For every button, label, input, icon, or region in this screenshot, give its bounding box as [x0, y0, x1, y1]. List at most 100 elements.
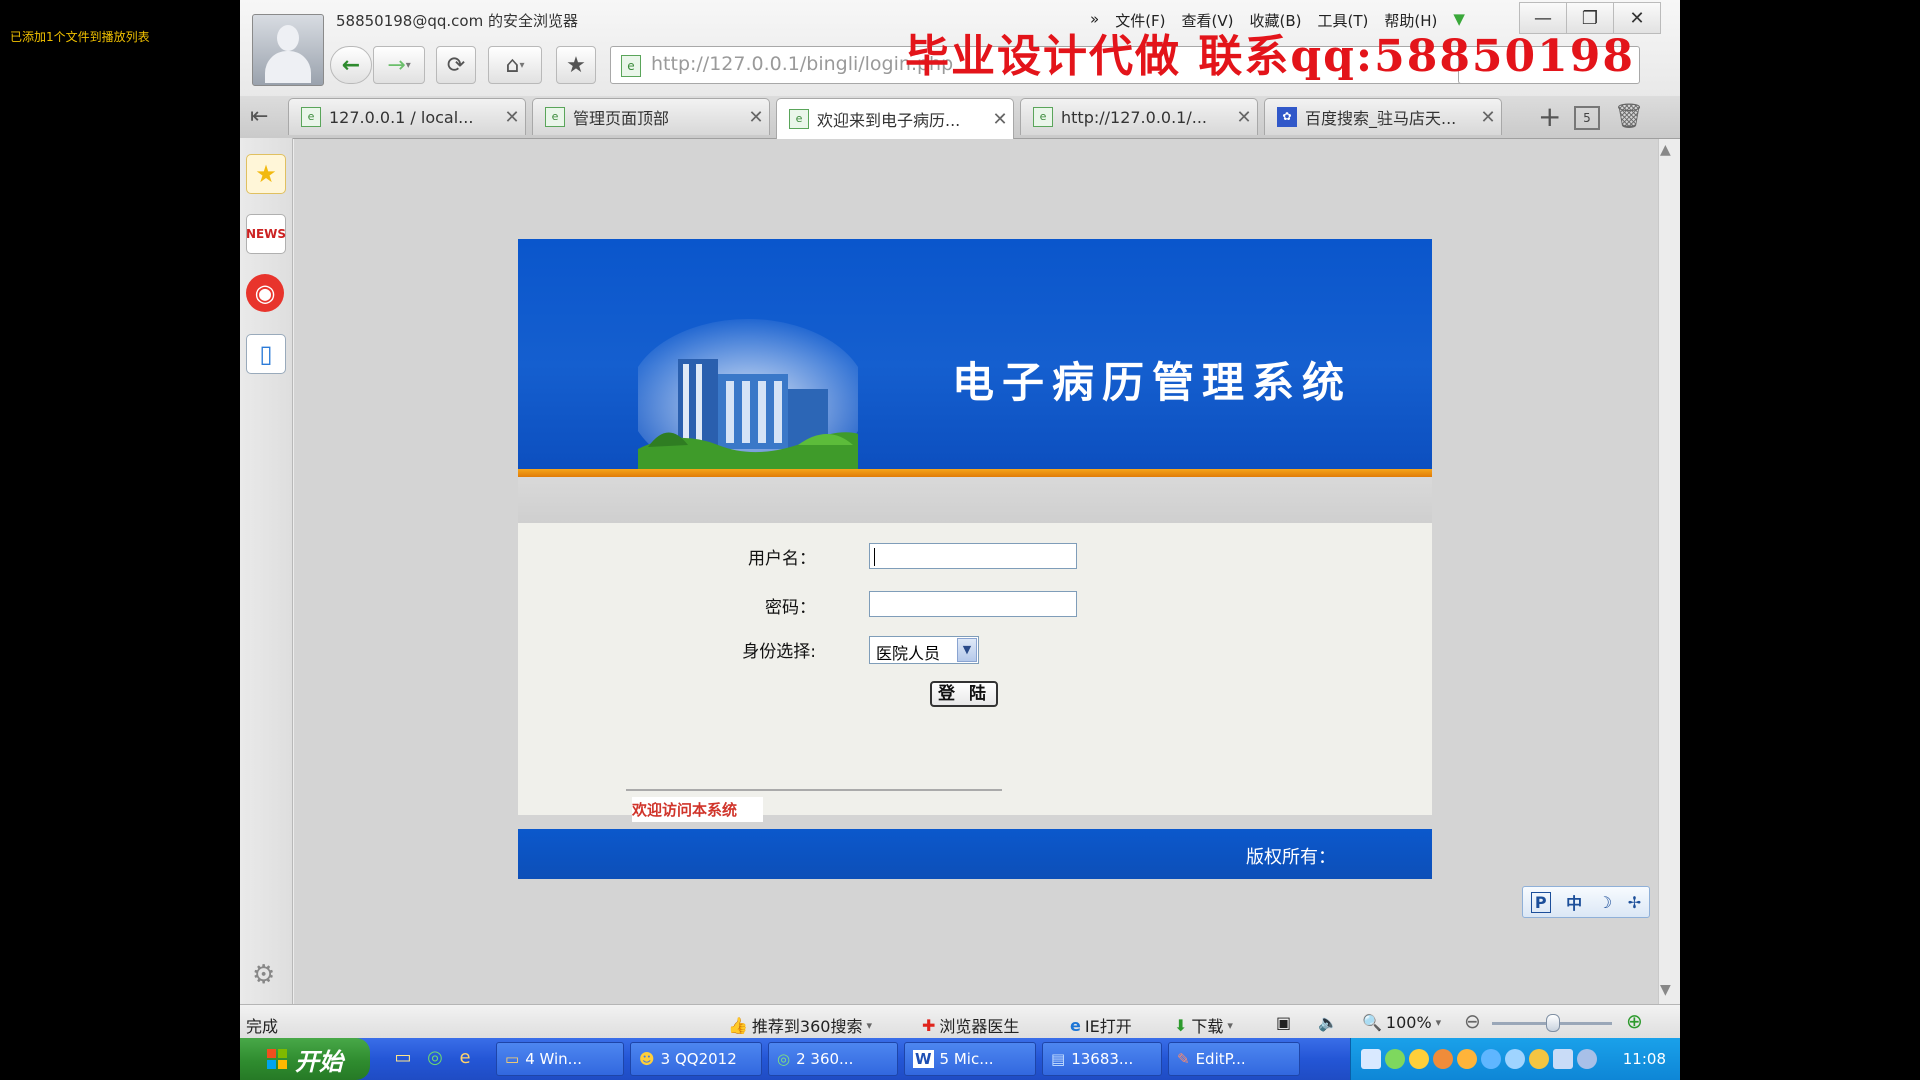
document-icon: ▤: [1051, 1050, 1066, 1068]
back-button[interactable]: ←: [330, 46, 372, 84]
role-select[interactable]: 医院人员 ▼: [869, 636, 979, 664]
refresh-tray-icon[interactable]: [1505, 1049, 1525, 1069]
folder-icon: ▭: [505, 1050, 520, 1068]
download-label: 下载: [1191, 1017, 1224, 1036]
gray-band: [518, 477, 1432, 523]
tab-label: 管理页面顶部: [573, 109, 670, 128]
ime-punctuation-icon[interactable]: ✢: [1628, 893, 1641, 912]
recommend-label: 推荐到360搜索: [751, 1017, 863, 1036]
tab-label: 百度搜索_驻马店天...: [1305, 109, 1457, 128]
qq-penguin-icon[interactable]: [1409, 1049, 1429, 1069]
status-bar: 完成 👍 推荐到360搜索 ▾ ✚ 浏览器医生 e IE打开 ⬇ 下载 ▾ ▣ …: [240, 1004, 1680, 1039]
task-editplus[interactable]: ✎ EditP...: [1168, 1042, 1300, 1076]
tab-count-icon[interactable]: 5: [1574, 106, 1600, 130]
browser-doctor[interactable]: ✚ 浏览器医生: [922, 1013, 1019, 1037]
task-label: 4 Win...: [525, 1050, 582, 1068]
zoom-control[interactable]: 🔍 100% ▾: [1362, 1013, 1441, 1032]
sidebar-toggle-icon[interactable]: ⇤: [250, 104, 268, 129]
phone-icon[interactable]: ▯: [246, 334, 286, 374]
login-button[interactable]: 登 陆: [930, 681, 998, 707]
avatar-head-shape: [277, 25, 299, 51]
thumb-up-icon: 👍: [728, 1015, 748, 1035]
folder-icon[interactable]: ▭: [392, 1047, 414, 1069]
close-tab-icon[interactable]: ✕: [743, 107, 769, 128]
scroll-down-icon[interactable]: ▼: [1660, 982, 1671, 998]
task-microsoft-word[interactable]: W 5 Mic...: [904, 1042, 1036, 1076]
browser-icon[interactable]: [1481, 1049, 1501, 1069]
watermark-text: 毕业设计代做 联系qq:58850198: [905, 31, 1636, 82]
ime-chinese-mode[interactable]: 中: [1566, 890, 1582, 914]
vertical-scrollbar[interactable]: [1658, 139, 1680, 1004]
favorites-star-icon[interactable]: ★: [246, 154, 286, 194]
copyright-text: 版权所有：: [1246, 847, 1336, 868]
recommend-360-search[interactable]: 👍 推荐到360搜索 ▾: [728, 1013, 872, 1037]
shield-icon[interactable]: [1529, 1049, 1549, 1069]
page-icon: e: [1033, 107, 1053, 127]
close-tab-icon[interactable]: ✕: [987, 109, 1013, 130]
chevron-down-icon: ▾: [519, 59, 525, 71]
download-arrow-icon: ⬇: [1174, 1015, 1188, 1035]
user-avatar[interactable]: [252, 14, 324, 86]
password-input[interactable]: [869, 591, 1077, 617]
chevron-down-icon[interactable]: ▼: [957, 638, 977, 662]
qq-penguin-icon[interactable]: [1433, 1049, 1453, 1069]
tab-baidu-search[interactable]: ✿ 百度搜索_驻马店天... ✕: [1264, 98, 1502, 135]
header-banner: 电子病历管理系统: [518, 239, 1432, 469]
task-document[interactable]: ▤ 13683...: [1042, 1042, 1162, 1076]
password-label: 密码：: [765, 598, 816, 618]
network-icon[interactable]: [1361, 1049, 1381, 1069]
tab-localhost[interactable]: e http://127.0.0.1/... ✕: [1020, 98, 1258, 135]
home-icon: ⌂: [505, 52, 520, 78]
task-qq2012[interactable]: ☻ 3 QQ2012: [630, 1042, 762, 1076]
refresh-icon: ⟳: [446, 52, 466, 78]
ime-logo-icon[interactable]: P: [1530, 891, 1551, 913]
moon-icon[interactable]: [1577, 1049, 1597, 1069]
volume-icon: 🔈: [1318, 1013, 1338, 1032]
scroll-up-icon[interactable]: ▲: [1660, 142, 1671, 158]
360-browser-icon[interactable]: ◎: [424, 1047, 446, 1069]
start-button[interactable]: 开始: [240, 1038, 370, 1080]
task-label: 2 360...: [796, 1050, 854, 1068]
news-icon[interactable]: NEWS: [246, 214, 286, 254]
gear-icon[interactable]: ⚙: [252, 960, 275, 990]
ie-icon[interactable]: e: [454, 1047, 476, 1069]
new-tab-button[interactable]: +: [1538, 100, 1561, 133]
avatar-body-shape: [265, 51, 311, 83]
display-icon[interactable]: [1553, 1049, 1573, 1069]
download-manager[interactable]: ⬇ 下载 ▾: [1174, 1013, 1233, 1037]
welcome-text: 欢迎访问本系统: [632, 797, 764, 822]
zoom-in-icon[interactable]: ⊕: [1626, 1009, 1643, 1033]
home-button[interactable]: ⌂ ▾: [488, 46, 542, 84]
zoom-out-icon[interactable]: ⊖: [1464, 1009, 1481, 1033]
qq-penguin-icon[interactable]: [1457, 1049, 1477, 1069]
tab-admin-top[interactable]: e 管理页面顶部 ✕: [532, 98, 770, 135]
close-tab-icon[interactable]: ✕: [1475, 107, 1501, 128]
ie-open-label: IE打开: [1084, 1017, 1132, 1036]
browser-doctor-label: 浏览器医生: [939, 1017, 1020, 1036]
window-mode-icon[interactable]: ▣: [1276, 1013, 1291, 1032]
page-icon: e: [621, 55, 641, 77]
forward-button[interactable]: → ▾: [373, 46, 425, 84]
add-favorite-button[interactable]: ★: [556, 46, 596, 84]
trash-icon[interactable]: 🗑: [1614, 102, 1644, 130]
zoom-slider-thumb[interactable]: [1546, 1014, 1560, 1032]
open-in-ie[interactable]: e IE打开: [1070, 1013, 1132, 1037]
system-tray: 11:08: [1350, 1038, 1680, 1080]
magnifier-icon: 🔍: [1362, 1013, 1382, 1032]
chevron-down-icon: ▾: [1435, 1016, 1442, 1029]
close-tab-icon[interactable]: ✕: [499, 107, 525, 128]
ime-toolbar: P 中 ☽ ✢: [1522, 886, 1650, 918]
task-windows-explorer[interactable]: ▭ 4 Win...: [496, 1042, 624, 1076]
ime-halfwidth-icon[interactable]: ☽: [1598, 893, 1612, 912]
speaker-icon[interactable]: 🔈: [1318, 1013, 1338, 1032]
username-input[interactable]: [869, 543, 1077, 569]
weibo-icon[interactable]: ◉: [246, 274, 284, 312]
role-label: 身份选择:: [742, 642, 816, 662]
360-guard-icon[interactable]: [1385, 1049, 1405, 1069]
tab-phpmyadmin[interactable]: e 127.0.0.1 / local... ✕: [288, 98, 526, 135]
text-caret: [874, 548, 875, 566]
task-360-browser[interactable]: ◎ 2 360...: [768, 1042, 898, 1076]
tab-welcome-emr[interactable]: e 欢迎来到电子病历... ✕: [776, 98, 1014, 139]
close-tab-icon[interactable]: ✕: [1231, 107, 1257, 128]
refresh-button[interactable]: ⟳: [436, 46, 476, 84]
